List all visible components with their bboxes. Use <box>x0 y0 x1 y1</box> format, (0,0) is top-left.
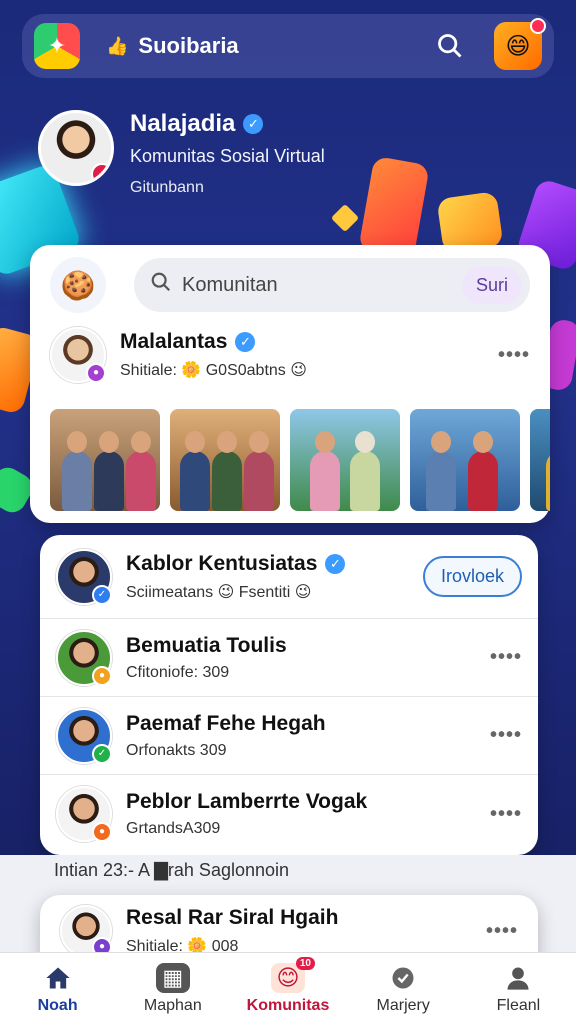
notification-dot <box>530 18 546 34</box>
community-name: Peblor Lamberrte Vogak <box>126 790 368 813</box>
verified-icon: ✓ <box>243 114 264 134</box>
community-meta: Sciimeatans 😉 Fsentiti 😉 <box>126 583 312 601</box>
profile-status: Gitunbann <box>130 179 204 196</box>
nav-community[interactable]: 😊 10 Komunitas <box>230 953 345 1024</box>
photo-thumbnail[interactable] <box>50 409 160 511</box>
photo-thumbnail[interactable] <box>290 409 400 511</box>
community-meta: GrtandsA309 <box>126 820 221 837</box>
avatar[interactable]: ● <box>60 905 112 957</box>
top-bar: ✦ 👍 Suoibaria 😄 <box>22 14 554 78</box>
join-button[interactable]: Irovloek <box>422 556 522 597</box>
badge-icon <box>386 963 420 993</box>
avatar[interactable]: ● <box>50 327 106 383</box>
nav-label: Maphan <box>143 996 202 1014</box>
avatar[interactable]: ● <box>56 629 112 686</box>
verified-icon: ✓ <box>235 332 256 352</box>
search-icon[interactable] <box>430 26 470 66</box>
community-name: Kablor Kentusiatas <box>126 551 318 575</box>
verified-icon: ✓ <box>325 553 346 574</box>
profile-name-row: Nalajadia ✓ <box>130 110 325 138</box>
list-item[interactable]: ✓ Paemaf Fehe Hegah Orfonakts 309 •••• <box>40 697 538 775</box>
activity-note-text: Intian 23:- A ▇rah Saglonnoin <box>54 860 290 880</box>
post-author: Malalantas <box>120 330 228 353</box>
community-name: Paemaf Fehe Hegah <box>126 711 326 735</box>
cookie-mascot-icon[interactable]: 🍪 <box>50 257 106 313</box>
status-badge: ● <box>86 363 106 383</box>
nav-badges[interactable]: Marjery <box>346 953 461 1024</box>
profile-icon <box>501 963 535 993</box>
profile-header: + Nalajadia ✓ Komunitas Sosial Virtual G… <box>38 110 325 197</box>
mascot-icon[interactable]: 😄 <box>494 18 546 70</box>
home-icon <box>41 963 75 993</box>
community-card: 🍪 Suri ● Malalantas ✓ Shitiale: 🌼 G0S0abt… <box>30 245 550 523</box>
photo-thumbnail[interactable] <box>170 409 280 511</box>
list-item[interactable]: ● Bemuatia Toulis Cfitoniofe: 309 •••• <box>40 619 538 697</box>
more-options-icon[interactable]: •••• <box>490 803 522 826</box>
bottom-nav: Noah ▦ Maphan 😊 10 Komunitas Marjery Flea… <box>0 952 576 1024</box>
app-title: Suoibaria <box>138 33 239 58</box>
letter-block-decoration <box>358 155 430 260</box>
community-list-card: ✓ Kablor Kentusiatas ✓ Sciimeatans 😉 Fsen… <box>40 535 538 855</box>
nav-home[interactable]: Noah <box>0 953 115 1024</box>
post-author: Resal Rar Siral Hgaih <box>126 906 339 929</box>
sparkle-decoration <box>330 203 360 233</box>
more-options-icon[interactable]: •••• <box>498 344 530 367</box>
search-icon <box>150 271 172 299</box>
search-button[interactable]: Suri <box>461 266 522 304</box>
nav-profile[interactable]: Fleanl <box>461 953 576 1024</box>
avatar[interactable]: ● <box>56 786 112 842</box>
community-icon: 😊 10 <box>271 956 315 993</box>
list-item[interactable]: ✓ Kablor Kentusiatas ✓ Sciimeatans 😉 Fsen… <box>40 535 538 619</box>
community-meta: Cfitoniofe: 309 <box>126 663 230 681</box>
nav-label: Fleanl <box>496 996 541 1014</box>
nav-label: Noah <box>37 996 78 1014</box>
notification-count: 10 <box>295 956 315 970</box>
search-bar: Suri <box>134 258 530 312</box>
profile-name: Nalajadia <box>130 110 236 137</box>
nav-label: Marjery <box>376 996 430 1014</box>
post-meta: Shitiale: 🌼 G0S0abtns 😉 <box>120 362 307 379</box>
featured-post-header: ● Malalantas ✓ Shitiale: 🌼 G0S0abtns 😉 ••… <box>30 313 550 383</box>
community-name: Bemuatia Toulis <box>126 633 287 657</box>
more-options-icon[interactable]: •••• <box>490 724 522 747</box>
search-input[interactable] <box>182 273 462 297</box>
photo-thumbnail[interactable] <box>530 409 550 511</box>
status-badge: ✓ <box>92 743 112 764</box>
status-badge: ● <box>92 665 112 686</box>
thumbs-up-icon: 👍 <box>106 35 129 56</box>
avatar[interactable]: ✓ <box>56 707 112 764</box>
map-icon: ▦ <box>155 962 190 993</box>
avatar[interactable]: ✓ <box>56 548 112 605</box>
activity-note: Intian 23:- A ▇rah Saglonnoin <box>54 860 289 881</box>
more-options-icon[interactable]: •••• <box>490 646 522 669</box>
profile-avatar[interactable]: + <box>38 110 114 186</box>
nav-label: Komunitas <box>246 996 330 1014</box>
community-meta: Orfonakts 309 <box>126 741 227 759</box>
profile-subtitle: Komunitas Sosial Virtual <box>130 146 325 166</box>
status-badge: ● <box>92 822 112 842</box>
status-badge: ✓ <box>92 584 112 605</box>
more-options-icon[interactable]: •••• <box>486 920 518 943</box>
photo-strip[interactable] <box>50 409 550 513</box>
online-badge: + <box>91 163 111 183</box>
app-logo-icon[interactable]: ✦ <box>34 23 80 69</box>
list-item[interactable]: ● Peblor Lamberrte Vogak GrtandsA309 •••… <box>40 775 538 853</box>
photo-thumbnail[interactable] <box>410 409 520 511</box>
nav-map[interactable]: ▦ Maphan <box>115 953 230 1024</box>
